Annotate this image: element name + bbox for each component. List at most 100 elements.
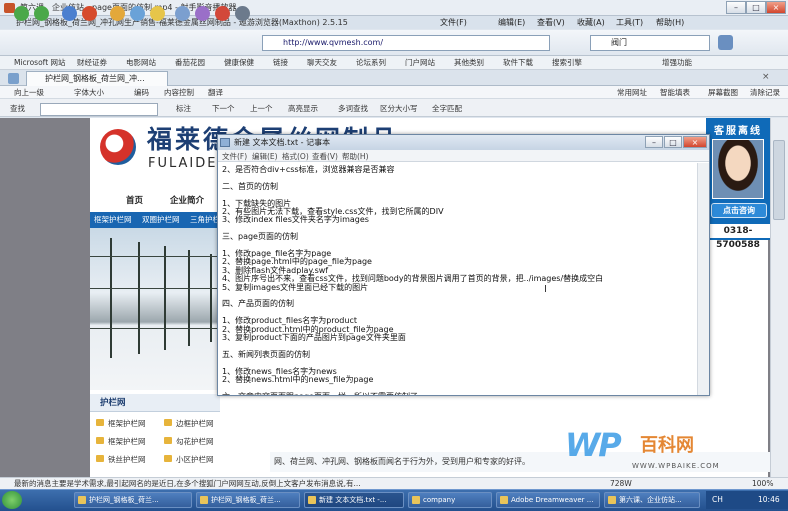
find-prev[interactable]: 上一个	[250, 103, 273, 114]
text-cursor-icon: I	[544, 284, 547, 295]
bookmark-item[interactable]: 财经证券	[77, 57, 107, 68]
side-link[interactable]: 框架护栏网	[96, 418, 146, 429]
new-tab-icon[interactable]	[8, 73, 19, 84]
bookmark-item[interactable]: 其他类别	[454, 57, 484, 68]
watermark-cn: 百科网	[640, 435, 694, 456]
taskbar-item[interactable]: 护栏网_钢格板_荷兰...	[196, 492, 300, 508]
notepad-line: 三、page页面的仿制	[222, 232, 298, 242]
bookmark-item[interactable]: 健康保健	[224, 57, 254, 68]
player-minimize-button[interactable]: –	[726, 1, 746, 14]
history-icon[interactable]	[175, 6, 190, 21]
side-link[interactable]: 框架护栏网	[96, 436, 146, 447]
subnav-item[interactable]: 三角护栏	[190, 212, 220, 228]
tools-icon[interactable]	[235, 6, 250, 21]
bookmark-item[interactable]: 门户网站	[405, 57, 435, 68]
undo-icon[interactable]	[130, 6, 145, 21]
taskbar-item[interactable]: 护栏网_钢格板_荷兰...	[74, 492, 192, 508]
find-mark[interactable]: 高亮显示	[288, 103, 318, 114]
find-whole[interactable]: 全字匹配	[432, 103, 462, 114]
start-button[interactable]	[2, 491, 22, 509]
address-input[interactable]: http://www.qvmesh.com/	[262, 35, 550, 51]
site-nav-home[interactable]: 首页	[126, 194, 143, 206]
watermark-domain: WWW.WPBAIKE.COM	[632, 462, 720, 470]
close-tab-icon[interactable]: ×	[762, 72, 770, 82]
find-case[interactable]: 区分大小写	[380, 103, 418, 114]
menu-file[interactable]: 文件(F)	[440, 17, 467, 28]
pagebar-item[interactable]: 编码	[134, 87, 149, 98]
side-link[interactable]: 铁丝护栏网	[96, 454, 146, 465]
side-link[interactable]: 勾花护栏网	[164, 436, 214, 447]
bookmark-item[interactable]: Microsoft 网站	[14, 57, 66, 68]
notepad-text-area[interactable]: 2、是否符合div+css标准，浏览器兼容是否兼容 二、首页的仿制 1、下载缺失的图…	[218, 163, 697, 395]
favorites-icon[interactable]	[150, 6, 165, 21]
find-highlight[interactable]: 标注	[176, 103, 191, 114]
pagebar-item[interactable]: 屏幕截图	[708, 87, 738, 98]
taskbar-item[interactable]: company	[408, 492, 492, 508]
taskbar-item[interactable]: 新建 文本文档.txt -...	[304, 492, 404, 508]
refresh-icon[interactable]	[62, 6, 77, 21]
notepad-scrollbar[interactable]	[697, 163, 709, 395]
pagebar-item[interactable]: 智能填表	[660, 87, 690, 98]
notepad-maximize-button[interactable]: □	[664, 136, 682, 148]
find-multi[interactable]: 多词查找	[338, 103, 368, 114]
notepad-close-button[interactable]: ×	[683, 136, 707, 148]
menu-tools[interactable]: 收藏(A)	[577, 17, 605, 28]
find-next[interactable]: 下一个	[212, 103, 235, 114]
bookmark-item[interactable]: 番茄花园	[175, 57, 205, 68]
menu-tools2[interactable]: 工具(T)	[616, 17, 643, 28]
taskbar-item[interactable]: Adobe Dreamweaver ...	[496, 492, 600, 508]
bookmark-item[interactable]: 聊天交友	[307, 57, 337, 68]
back-icon[interactable]	[14, 6, 29, 21]
site-nav-about[interactable]: 企业简介	[170, 194, 204, 206]
lang-indicator[interactable]: CH	[712, 491, 723, 509]
forward-icon[interactable]	[34, 6, 49, 21]
pagebar-item[interactable]: 清除记录	[750, 87, 780, 98]
pagebar-item[interactable]: 翻译	[208, 87, 223, 98]
notepad-minimize-button[interactable]: –	[645, 136, 663, 148]
notepad-title-bar: 新建 文本文档.txt - 记事本	[218, 135, 709, 150]
bookmark-item[interactable]: 链接	[273, 57, 288, 68]
notepad-menu-edit[interactable]: 编辑(E)	[252, 151, 278, 162]
notepad-line: 5、复制images文件里面已经下载的图片	[222, 282, 369, 292]
tab-active[interactable]: 护栏网_钢格板_荷兰网_冲...	[26, 71, 168, 86]
stop-icon[interactable]	[82, 6, 97, 21]
browser-status-bar: 最新的消息主要是学术需求,最引起网名的是近日,在多个搜狐门户网网互动,反倒上文客…	[0, 477, 788, 489]
notepad-title: 新建 文本文档.txt - 记事本	[234, 138, 331, 147]
pagebar-item[interactable]: 字体大小	[74, 87, 104, 98]
status-zoom[interactable]: 100%	[752, 478, 773, 489]
menu-favorites[interactable]: 查看(V)	[537, 17, 565, 28]
pagebar-item[interactable]: 内容控制	[164, 87, 194, 98]
player-close-button[interactable]: ×	[766, 1, 786, 14]
notepad-menu-format[interactable]: 格式(O)	[282, 151, 309, 162]
menu-view[interactable]: 编辑(E)	[498, 17, 525, 28]
side-link[interactable]: 小区护栏网	[164, 454, 214, 465]
subnav-item[interactable]: 双圈护栏网	[142, 212, 180, 228]
bookmark-item[interactable]: 搜索引擎	[552, 57, 582, 68]
consult-button[interactable]: 点击咨询	[711, 203, 767, 218]
search-icon[interactable]	[718, 35, 733, 50]
mail-icon[interactable]	[215, 6, 230, 21]
pagebar-item[interactable]: 向上一级	[14, 87, 44, 98]
bookmark-item[interactable]: 电影网站	[126, 57, 156, 68]
subnav-item[interactable]: 框架护栏网	[94, 212, 132, 228]
bookmark-item[interactable]: 增强功能	[662, 57, 692, 68]
watermark-logo: WP	[565, 426, 622, 464]
side-link[interactable]: 边框护栏网	[164, 418, 214, 429]
search-input[interactable]: 阀门	[590, 35, 710, 51]
settings-icon[interactable]	[195, 6, 210, 21]
taskbar-item[interactable]: 第六课、企业仿站...	[604, 492, 700, 508]
notepad-line: 二、首页的仿制	[222, 181, 278, 191]
menu-help[interactable]: 帮助(H)	[656, 17, 684, 28]
home-icon[interactable]	[110, 6, 125, 21]
pagebar-item[interactable]: 常用网址	[617, 87, 647, 98]
notepad-menu-file[interactable]: 文件(F)	[222, 151, 247, 162]
find-input[interactable]	[40, 103, 158, 116]
notepad-icon	[220, 138, 230, 147]
bookmarks-bar: Microsoft 网站 财经证券 电影网站 番茄花园 健康保健 链接 聊天交友…	[0, 56, 788, 70]
player-maximize-button[interactable]: □	[746, 1, 766, 14]
notepad-menu-help[interactable]: 帮助(H)	[342, 151, 369, 162]
bookmark-item[interactable]: 软件下载	[503, 57, 533, 68]
bookmark-item[interactable]: 论坛系列	[356, 57, 386, 68]
notepad-menu-view[interactable]: 查看(V)	[312, 151, 338, 162]
page-scroll-thumb[interactable]	[773, 140, 785, 220]
